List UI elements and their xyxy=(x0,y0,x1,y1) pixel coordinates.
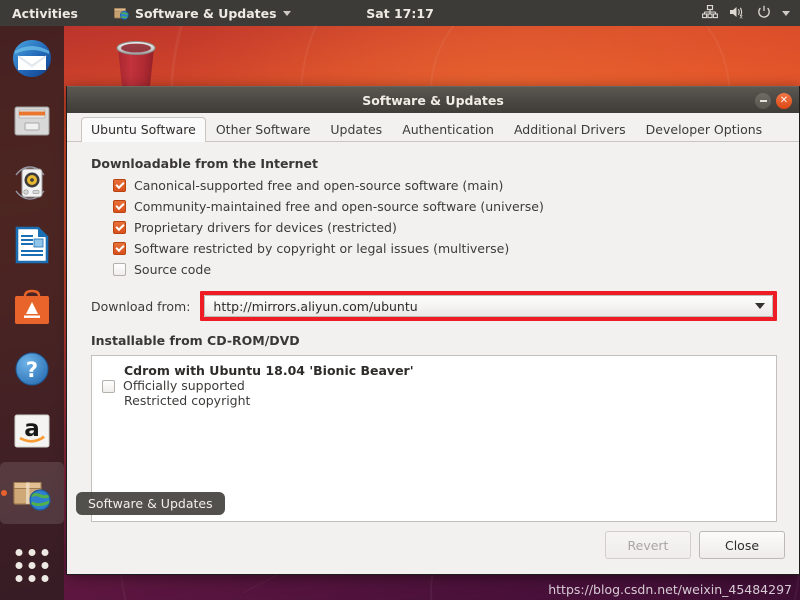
checkbox-row-main[interactable]: Canonical-supported free and open-source… xyxy=(113,178,777,193)
cdrom-entry-row[interactable]: Officially supported xyxy=(102,378,766,393)
dock-item-ubuntu-software[interactable] xyxy=(0,276,64,338)
dock-item-files[interactable] xyxy=(0,90,64,152)
show-applications-button[interactable] xyxy=(15,549,49,582)
dock-item-libreoffice-writer[interactable] xyxy=(0,214,64,276)
checkbox-label-main: Canonical-supported free and open-source… xyxy=(134,178,504,193)
libreoffice-writer-icon xyxy=(10,223,54,267)
checkbox-label-restricted: Proprietary drivers for devices (restric… xyxy=(134,220,397,235)
app-menu-button[interactable]: Software & Updates xyxy=(105,0,300,26)
grid-dot xyxy=(41,575,49,582)
checkbox-restricted[interactable] xyxy=(113,221,126,234)
download-from-label: Download from: xyxy=(91,298,191,314)
checkbox-source-code[interactable] xyxy=(113,263,126,276)
dock: ? a xyxy=(0,26,64,600)
window-titlebar[interactable]: Software & Updates ✕ xyxy=(67,86,799,113)
tab-bar: Ubuntu Software Other Software Updates A… xyxy=(67,113,799,142)
checkbox-row-source-code[interactable]: Source code xyxy=(113,262,777,277)
grid-dot xyxy=(41,549,49,556)
checkbox-label-source-code: Source code xyxy=(134,262,212,277)
dock-tooltip: Software & Updates xyxy=(76,492,225,515)
minimize-button[interactable] xyxy=(755,92,771,109)
watermark-text: https://blog.csdn.net/weixin_45484297 xyxy=(548,582,792,597)
close-icon-button[interactable]: ✕ xyxy=(776,92,792,109)
thunderbird-icon xyxy=(10,37,54,81)
dock-item-rhythmbox[interactable] xyxy=(0,152,64,214)
tab-label: Authentication xyxy=(402,122,494,137)
chevron-down-icon xyxy=(755,303,765,309)
dock-item-help[interactable]: ? xyxy=(0,338,64,400)
tab-label: Additional Drivers xyxy=(513,122,626,137)
power-icon[interactable] xyxy=(757,5,771,22)
checkbox-cdrom[interactable] xyxy=(102,380,115,393)
rhythmbox-icon xyxy=(10,161,54,205)
checkbox-main[interactable] xyxy=(113,179,126,192)
tab-content-ubuntu-software: Downloadable from the Internet Canonical… xyxy=(67,142,799,522)
dock-item-amazon[interactable]: a xyxy=(0,400,64,462)
tab-updates[interactable]: Updates xyxy=(320,117,392,142)
activities-label: Activities xyxy=(12,5,78,21)
tab-label: Ubuntu Software xyxy=(91,122,196,137)
status-indicators: x xyxy=(702,0,794,26)
svg-text:x: x xyxy=(739,13,743,19)
grid-dot xyxy=(15,562,23,569)
app-menu-label: Software & Updates xyxy=(134,5,277,21)
checkbox-universe[interactable] xyxy=(113,200,126,213)
cdrom-section-title: Installable from CD-ROM/DVD xyxy=(91,333,300,348)
download-from-value: http://mirrors.aliyun.com/ubuntu xyxy=(213,298,418,314)
cdrom-entry-line3: Restricted copyright xyxy=(124,393,251,408)
help-icon: ? xyxy=(10,347,54,391)
grid-dot xyxy=(28,575,36,582)
checkbox-label-multiverse: Software restricted by copyright or lega… xyxy=(134,241,510,256)
dock-item-thunderbird-mail[interactable] xyxy=(0,28,64,90)
chevron-down-icon xyxy=(282,10,291,16)
network-icon[interactable] xyxy=(702,4,718,22)
checkbox-multiverse[interactable] xyxy=(113,242,126,255)
close-button[interactable]: Close xyxy=(699,531,785,559)
grid-dot xyxy=(41,562,49,569)
grid-dot xyxy=(28,549,36,556)
checkbox-row-restricted[interactable]: Proprietary drivers for devices (restric… xyxy=(113,220,777,235)
tab-label: Other Software xyxy=(215,122,311,137)
internet-section-title: Downloadable from the Internet xyxy=(91,156,318,171)
trash-icon[interactable] xyxy=(104,30,168,94)
download-from-highlight: http://mirrors.aliyun.com/ubuntu xyxy=(200,291,777,321)
volume-muted-icon[interactable]: x xyxy=(729,5,746,22)
window-footer: Revert Close xyxy=(67,522,799,574)
tab-authentication[interactable]: Authentication xyxy=(392,117,504,142)
checkbox-row-multiverse[interactable]: Software restricted by copyright or lega… xyxy=(113,241,777,256)
activities-button[interactable]: Activities xyxy=(0,0,87,26)
cdrom-entry-title: Cdrom with Ubuntu 18.04 'Bionic Beaver' xyxy=(124,363,414,378)
software-updates-icon xyxy=(114,6,129,20)
grid-dot xyxy=(15,575,23,582)
ubuntu-software-icon xyxy=(10,285,54,329)
download-from-combobox[interactable]: http://mirrors.aliyun.com/ubuntu xyxy=(204,295,773,317)
grid-dot xyxy=(28,562,36,569)
chevron-down-icon[interactable] xyxy=(782,10,790,16)
tab-label: Developer Options xyxy=(645,122,763,137)
svg-text:?: ? xyxy=(26,358,38,382)
tab-ubuntu-software[interactable]: Ubuntu Software xyxy=(81,117,206,142)
grid-dot xyxy=(15,549,23,556)
window-controls: ✕ xyxy=(755,87,792,114)
revert-button-label: Revert xyxy=(627,537,669,553)
tab-label: Updates xyxy=(330,122,383,137)
tab-developer-options[interactable]: Developer Options xyxy=(636,117,773,142)
dock-item-software-updates[interactable] xyxy=(0,462,64,524)
window-title: Software & Updates xyxy=(362,92,504,108)
files-icon xyxy=(10,99,54,143)
tab-other-software[interactable]: Other Software xyxy=(206,117,321,142)
checkbox-label-universe: Community-maintained free and open-sourc… xyxy=(134,199,544,214)
top-bar: Activities Software & Updates Sat 17:17 xyxy=(0,0,800,26)
checkbox-row-universe[interactable]: Community-maintained free and open-sourc… xyxy=(113,199,777,214)
software-updates-icon xyxy=(10,471,54,515)
revert-button[interactable]: Revert xyxy=(605,531,691,559)
tab-additional-drivers[interactable]: Additional Drivers xyxy=(504,117,636,142)
download-from-row: Download from: http://mirrors.aliyun.com… xyxy=(91,291,777,321)
svg-text:a: a xyxy=(24,416,40,442)
close-button-label: Close xyxy=(724,537,760,553)
cdrom-entry-line2: Officially supported xyxy=(123,378,245,393)
amazon-icon: a xyxy=(10,409,54,453)
